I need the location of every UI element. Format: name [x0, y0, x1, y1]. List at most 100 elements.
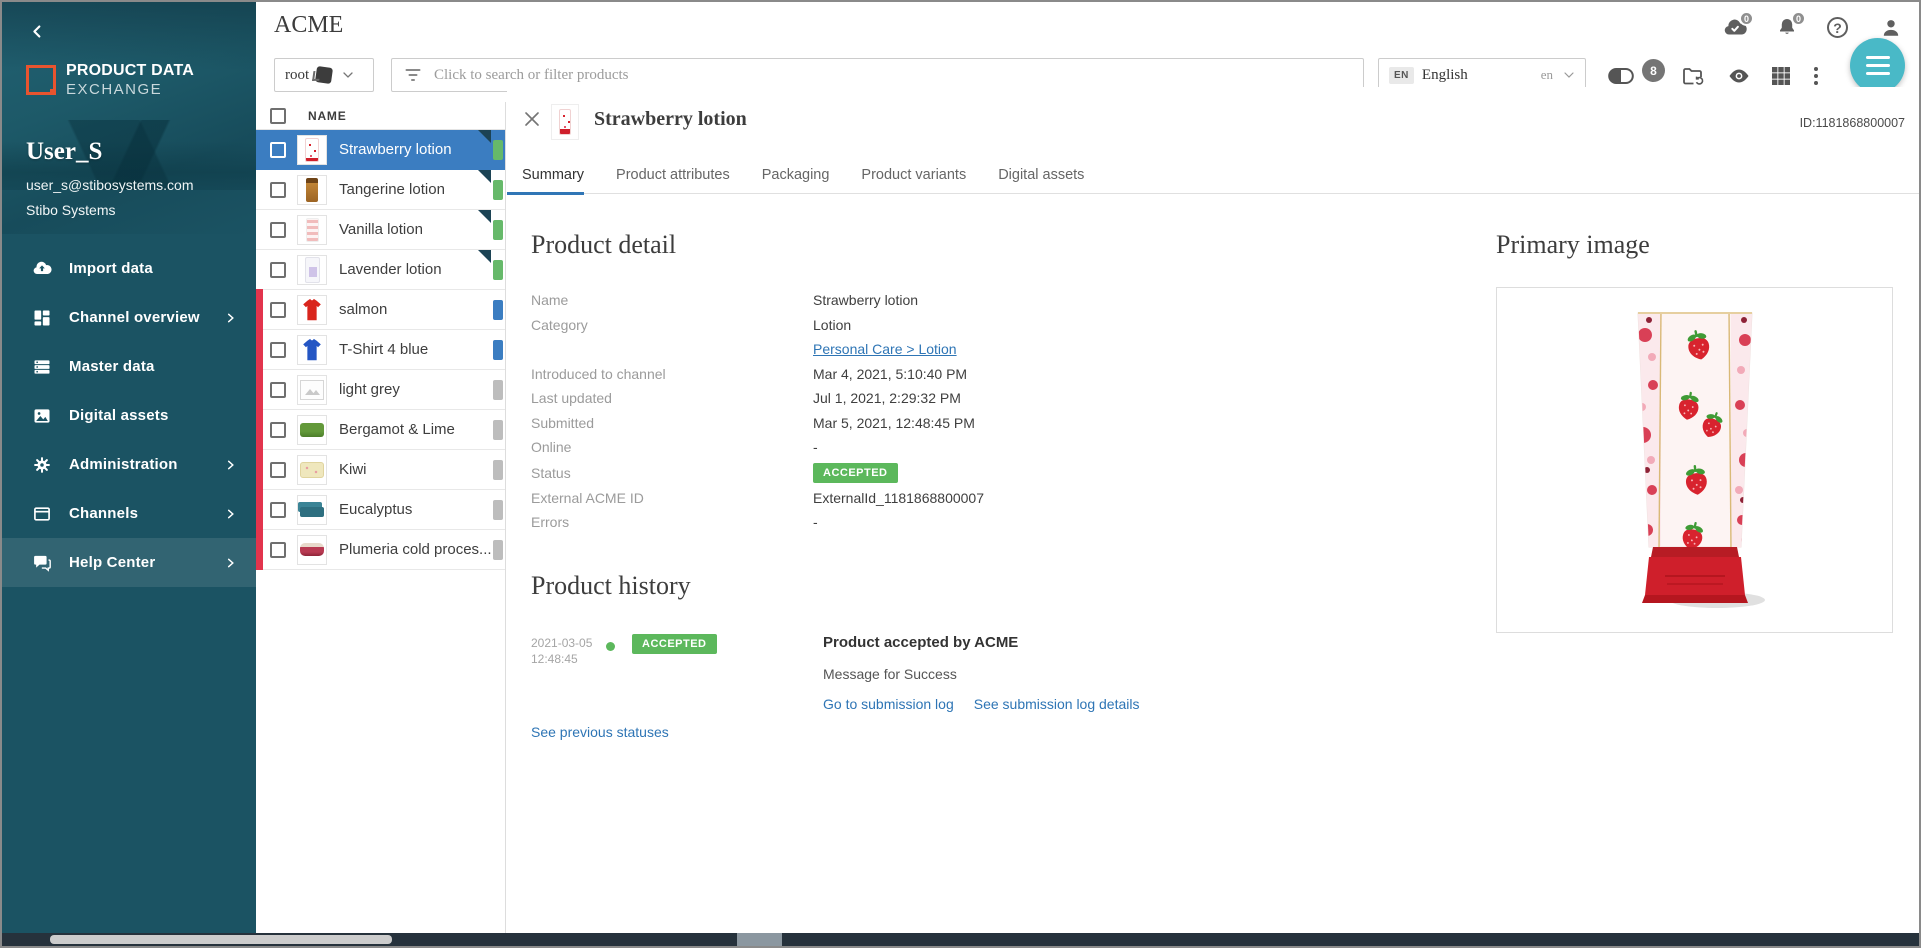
sidebar-item-master-data[interactable]: Master data	[2, 342, 256, 391]
status-bar-green	[493, 220, 503, 240]
row-checkbox[interactable]	[270, 222, 286, 238]
row-checkbox[interactable]	[270, 462, 286, 478]
card-icon	[32, 504, 52, 524]
row-checkbox[interactable]	[270, 342, 286, 358]
folder-sync-icon	[1680, 64, 1706, 88]
status-dot	[606, 642, 615, 651]
tab-product-attributes[interactable]: Product attributes	[616, 157, 730, 194]
field-value: -	[813, 439, 818, 455]
category-path-link[interactable]: Personal Care > Lotion	[813, 341, 957, 357]
row-checkbox[interactable]	[270, 542, 286, 558]
detail-product-title: Strawberry lotion	[594, 108, 747, 131]
submissions-button[interactable]: 0	[1723, 16, 1747, 40]
scrollbar-thumb[interactable]	[50, 935, 392, 944]
product-list-panel: NAME Strawberry lotion Tangerine lotion	[256, 102, 506, 933]
product-rows: Strawberry lotion Tangerine lotion Vanil…	[256, 130, 505, 570]
close-detail-button[interactable]	[521, 109, 543, 131]
help-button[interactable]: ?	[1827, 16, 1851, 40]
field-row: Name Strawberry lotion	[531, 288, 1511, 313]
main-menu-button[interactable]	[1850, 38, 1905, 93]
row-checkbox[interactable]	[270, 182, 286, 198]
history-title: Product accepted by ACME	[823, 634, 1140, 651]
product-row-lavender-lotion[interactable]: Lavender lotion	[256, 250, 505, 290]
switch-view-button[interactable]	[1608, 64, 1634, 88]
field-label: Introduced to channel	[531, 366, 813, 382]
row-checkbox[interactable]	[270, 142, 286, 158]
account-button[interactable]	[1879, 16, 1903, 40]
product-row-vanilla-lotion[interactable]: Vanilla lotion	[256, 210, 505, 250]
chat-icon	[32, 553, 52, 573]
field-value: Lotion	[813, 317, 851, 333]
product-row-kiwi[interactable]: Kiwi	[256, 450, 505, 490]
product-thumbnail	[297, 415, 327, 445]
close-icon	[523, 116, 541, 131]
chevron-right-icon	[225, 312, 236, 323]
sidebar-item-help-center[interactable]: Help Center	[2, 538, 256, 587]
detail-tabs: Summary Product attributes Packaging Pro…	[507, 157, 1919, 194]
corner-flag	[478, 170, 491, 183]
see-submission-log-details-link[interactable]: See submission log details	[974, 696, 1140, 712]
field-row: Online -	[531, 435, 1511, 460]
more-options-button[interactable]	[1809, 64, 1823, 88]
product-row-light-grey[interactable]: light grey	[256, 370, 505, 410]
product-name: Lavender lotion	[339, 261, 442, 278]
product-row-plumeria[interactable]: Plumeria cold proces...	[256, 530, 505, 570]
notifications-button[interactable]: 0	[1775, 16, 1799, 40]
corner-flag	[478, 130, 491, 143]
row-checkbox[interactable]	[270, 262, 286, 278]
product-thumbnail	[297, 375, 327, 405]
product-history-heading: Product history	[531, 571, 691, 601]
language-code: en	[1541, 67, 1553, 83]
folder-sync-button[interactable]	[1680, 64, 1706, 88]
product-thumbnail	[297, 175, 327, 205]
sidebar-item-administration[interactable]: Administration	[2, 440, 256, 489]
tab-product-variants[interactable]: Product variants	[861, 157, 966, 194]
sidebar-collapse-button[interactable]	[24, 20, 50, 46]
product-thumbnail	[297, 335, 327, 365]
primary-image-heading: Primary image	[1496, 230, 1650, 260]
tab-digital-assets[interactable]: Digital assets	[998, 157, 1084, 194]
field-label: Online	[531, 439, 813, 455]
table-view-button[interactable]	[1768, 64, 1794, 88]
field-row: Personal Care > Lotion	[531, 337, 1511, 362]
top-header: ACME 0 0 ?	[256, 2, 1919, 49]
tab-packaging[interactable]: Packaging	[762, 157, 830, 194]
product-thumbnail	[297, 535, 327, 565]
product-name: Strawberry lotion	[339, 141, 452, 158]
product-row-eucalyptus[interactable]: Eucalyptus	[256, 490, 505, 530]
product-row-tangerine-lotion[interactable]: Tangerine lotion	[256, 170, 505, 210]
row-checkbox[interactable]	[270, 422, 286, 438]
row-checkbox[interactable]	[270, 302, 286, 318]
preview-button[interactable]	[1726, 64, 1752, 88]
go-to-submission-log-link[interactable]: Go to submission log	[823, 696, 954, 712]
sidebar-item-digital-assets[interactable]: Digital assets	[2, 391, 256, 440]
row-checkbox[interactable]	[270, 382, 286, 398]
field-label: Errors	[531, 514, 813, 530]
tab-summary[interactable]: Summary	[507, 157, 584, 194]
product-row-bergamot-lime[interactable]: Bergamot & Lime	[256, 410, 505, 450]
product-row-salmon[interactable]: salmon	[256, 290, 505, 330]
server-list-icon	[32, 357, 52, 377]
sidebar-item-channel-overview[interactable]: Channel overview	[2, 293, 256, 342]
filter-icon	[405, 68, 421, 82]
product-thumbnail	[297, 495, 327, 525]
detail-product-thumbnail	[551, 104, 579, 140]
product-thumbnail	[297, 215, 327, 245]
horizontal-scrollbar[interactable]	[2, 933, 1919, 946]
field-value: Jul 1, 2021, 2:29:32 PM	[813, 390, 961, 406]
product-row-strawberry-lotion[interactable]: Strawberry lotion	[256, 130, 505, 170]
see-previous-statuses-link[interactable]: See previous statuses	[531, 724, 669, 740]
field-row: Submitted Mar 5, 2021, 12:48:45 PM	[531, 411, 1511, 436]
scope-dropdown[interactable]: root	[274, 58, 374, 92]
select-all-checkbox[interactable]	[270, 108, 286, 124]
sidebar-item-import-data[interactable]: Import data	[2, 244, 256, 293]
chevron-left-icon	[30, 27, 45, 42]
product-row-tshirt-4-blue[interactable]: T-Shirt 4 blue	[256, 330, 505, 370]
search-input[interactable]	[434, 67, 1350, 84]
sidebar-item-label: Import data	[69, 260, 153, 277]
header-icons: 0 0 ?	[1723, 16, 1903, 40]
sidebar-item-label: Help Center	[69, 554, 155, 571]
sidebar-item-channels[interactable]: Channels	[2, 489, 256, 538]
product-name: Vanilla lotion	[339, 221, 423, 238]
row-checkbox[interactable]	[270, 502, 286, 518]
